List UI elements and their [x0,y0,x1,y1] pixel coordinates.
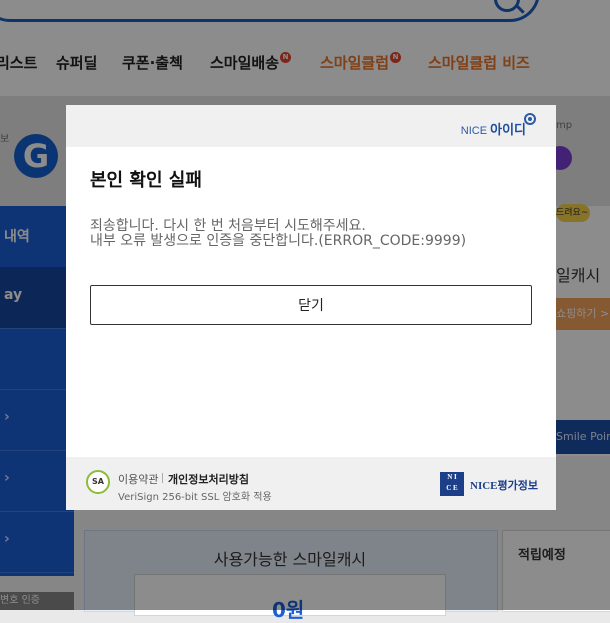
nice-logo-icon: N IC E [440,472,464,496]
privacy-policy-link[interactable]: 개인정보처리방침 [168,471,249,487]
nice-id-brand: NICE 아이디 [460,122,526,137]
message-line-2: 내부 오류 발생으로 인증을 중단합니다.(ERROR_CODE:9999) [90,233,467,249]
security-badge-icon: SA [86,470,110,494]
nice-rating-brand: NICE평가정보 [470,480,538,492]
message-line-1: 죄송합니다. 다시 한 번 처음부터 시도해주세요. [90,218,366,234]
dialog-footer: SA 이용약관 개인정보처리방침 VeriSign 256-bit SSL 암호… [66,457,556,510]
ssl-note: VeriSign 256-bit SSL 암호화 적용 [118,492,272,503]
verification-failed-dialog: NICE 아이디 본인 확인 실패 죄송합니다. 다시 한 번 처음부터 시도해… [66,105,556,510]
dialog-header: NICE 아이디 [66,105,556,147]
divider [162,473,163,483]
dialog-message: 죄송합니다. 다시 한 번 처음부터 시도해주세요. 내부 오류 발생으로 인증… [90,219,540,249]
close-button[interactable]: 닫기 [90,285,532,325]
dialog-title: 본인 확인 실패 [90,170,202,191]
eye-logo-icon [524,113,536,125]
terms-link[interactable]: 이용약관 [118,471,158,487]
